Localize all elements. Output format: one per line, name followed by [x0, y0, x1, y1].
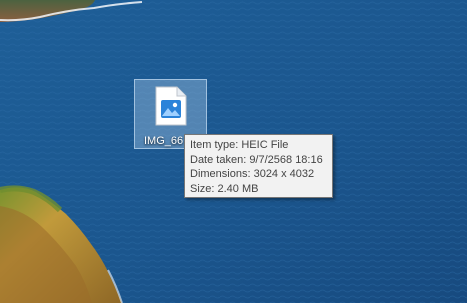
image-file-icon — [155, 86, 187, 126]
desktop[interactable]: IMG_66 Item type: HEIC File Date taken: … — [0, 0, 467, 303]
tooltip-item-type: Item type: HEIC File — [190, 139, 289, 151]
tooltip-dimensions: Dimensions: 3024 x 4032 — [190, 168, 315, 180]
file-info-tooltip: Item type: HEIC File Date taken: 9/7/256… — [184, 134, 333, 198]
file-name-label: IMG_66 — [144, 135, 184, 147]
tooltip-size: Size: 2.40 MB — [190, 182, 259, 195]
tooltip-date-taken: Date taken: 9/7/2568 18:16 — [190, 153, 323, 166]
